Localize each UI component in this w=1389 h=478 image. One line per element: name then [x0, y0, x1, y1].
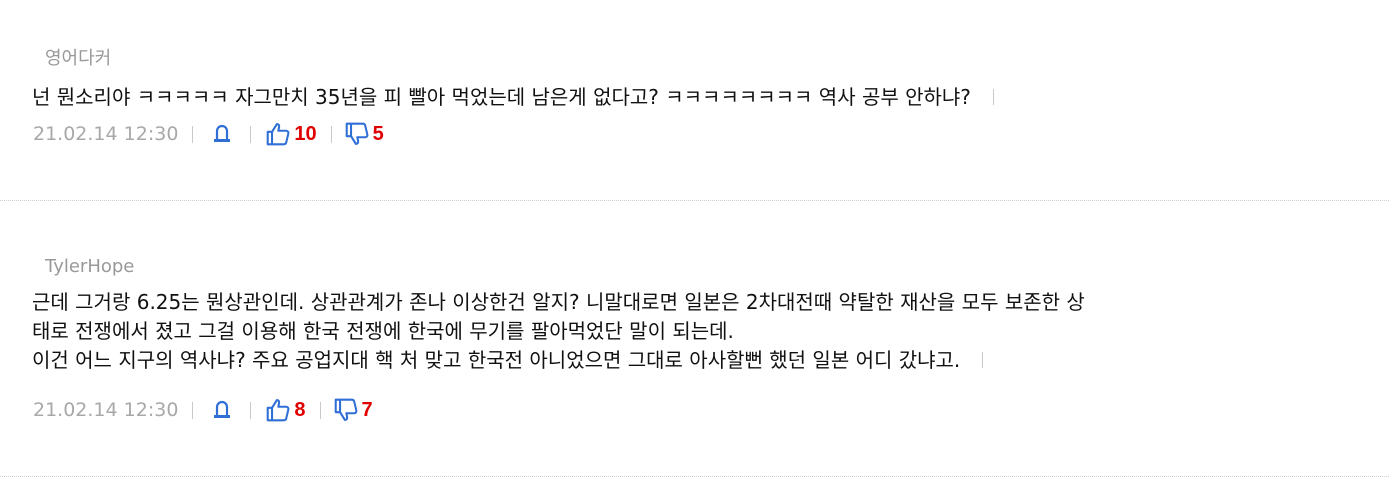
comment-meta: 21.02.14 12:30 8 7	[33, 397, 373, 423]
report-bell-icon	[214, 400, 231, 418]
meta-divider	[250, 401, 252, 419]
like-count: 10	[294, 122, 317, 145]
comment-line-text: 넌 뭔소리야 ㅋㅋㅋㅋㅋ 자그만치 35년을 피 빨아 먹었는데 남은게 없다고…	[32, 85, 971, 109]
like-button[interactable]: 8	[265, 397, 306, 423]
comment-line: 태로 전쟁에서 졌고 그걸 이용해 한국 전쟁에 한국에 무기를 팔아먹었단 말…	[32, 319, 734, 343]
text-end-divider	[982, 352, 984, 368]
comment-author[interactable]: TylerHope	[45, 256, 134, 278]
dislike-button[interactable]: 5	[344, 121, 384, 147]
comment-text: 넌 뭔소리야 ㅋㅋㅋㅋㅋ 자그만치 35년을 피 빨아 먹었는데 남은게 없다고…	[32, 83, 1388, 112]
comment-date: 21.02.14 12:30	[33, 399, 179, 421]
comment-meta: 21.02.14 12:30 10 5	[33, 121, 384, 147]
like-button[interactable]: 10	[265, 121, 317, 147]
comment-divider	[0, 476, 1389, 477]
text-end-divider	[992, 89, 994, 105]
comment-text: 근데 그거랑 6.25는 뭔상관인데. 상관관계가 존나 이상한건 알지? 니말…	[32, 288, 1388, 375]
comment-line: 이건 어느 지구의 역사냐? 주요 공업지대 핵 처 맞고 한국전 아니었으면 …	[32, 346, 1388, 375]
comment-line-text: 이건 어느 지구의 역사냐? 주요 공업지대 핵 처 맞고 한국전 아니었으면 …	[32, 348, 961, 372]
dislike-count: 5	[372, 122, 384, 145]
thumbs-down-icon	[345, 122, 369, 145]
report-bell-icon	[214, 124, 231, 142]
meta-divider	[192, 401, 194, 419]
dislike-button[interactable]: 7	[333, 397, 373, 423]
report-button[interactable]	[212, 123, 232, 145]
comment-item: 영어다커 넌 뭔소리야 ㅋㅋㅋㅋㅋ 자그만치 35년을 피 빨아 먹었는데 남은…	[0, 0, 1389, 200]
report-button[interactable]	[212, 399, 232, 421]
meta-divider	[330, 125, 332, 143]
dislike-count: 7	[361, 398, 373, 421]
comment-line: 넌 뭔소리야 ㅋㅋㅋㅋㅋ 자그만치 35년을 피 빨아 먹었는데 남은게 없다고…	[32, 83, 1388, 112]
comment-author[interactable]: 영어다커	[45, 48, 111, 70]
meta-divider	[319, 401, 321, 419]
like-count: 8	[294, 398, 306, 421]
meta-divider	[250, 125, 252, 143]
meta-divider	[192, 125, 194, 143]
comment-line: 근데 그거랑 6.25는 뭔상관인데. 상관관계가 존나 이상한건 알지? 니말…	[32, 290, 1085, 314]
comment-item: TylerHope 근데 그거랑 6.25는 뭔상관인데. 상관관계가 존나 이…	[0, 200, 1389, 476]
thumbs-down-icon	[334, 398, 357, 421]
thumbs-up-icon	[267, 123, 290, 146]
comment-date: 21.02.14 12:30	[33, 123, 179, 145]
thumbs-up-icon	[267, 399, 290, 422]
